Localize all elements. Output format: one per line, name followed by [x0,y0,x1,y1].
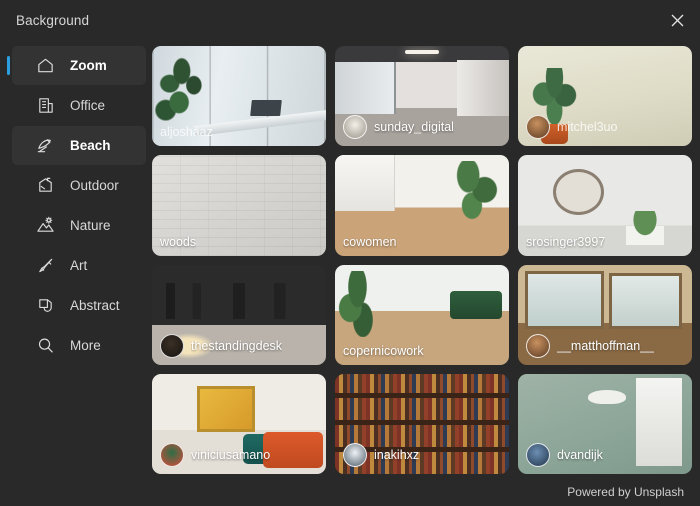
sidebar-item-more[interactable]: More [12,326,146,365]
page-title: Background [16,12,90,28]
mountain-icon [34,215,56,237]
background-tile[interactable]: dvandijk [518,373,692,474]
background-tile[interactable]: thestandingdesk [152,264,326,365]
sidebar-item-label: Office [70,98,106,113]
sidebar-item-outdoor[interactable]: Outdoor [12,166,146,205]
sidebar-item-art[interactable]: Art [12,246,146,285]
background-tile[interactable]: cowomen [335,155,509,256]
background-thumbnail [152,373,326,474]
building-icon [34,95,56,117]
background-thumbnail [335,264,509,365]
sidebar-item-label: Zoom [70,58,107,73]
background-thumbnail [518,373,692,474]
sidebar-item-beach[interactable]: Beach [12,126,146,165]
background-tile[interactable]: inakihxz [335,373,509,474]
sidebar-item-office[interactable]: Office [12,86,146,125]
shapes-icon [34,295,56,317]
search-icon [34,335,56,357]
background-thumbnail [152,46,326,147]
background-picker-dialog: Background Zoom Office Beach Outdoor Nat… [0,0,700,506]
background-tile[interactable]: __matthoffman__ [518,264,692,365]
sidebar-item-nature[interactable]: Nature [12,206,146,245]
background-thumbnail [518,155,692,256]
footer: Powered by Unsplash [0,478,700,506]
background-grid: aljoshaaz sunday_digital mitchel3uo wood… [152,46,692,474]
background-thumbnail [152,264,326,365]
background-thumbnail [335,373,509,474]
close-button[interactable] [654,0,700,40]
background-thumbnail [518,264,692,365]
dialog-body: Zoom Office Beach Outdoor Nature Art Abs… [0,40,700,478]
background-tile[interactable]: mitchel3uo [518,46,692,147]
tent-icon [34,175,56,197]
background-gallery: aljoshaaz sunday_digital mitchel3uo wood… [146,40,700,478]
sidebar-item-label: More [70,338,101,353]
background-thumbnail [335,46,509,147]
unsplash-attribution: Powered by Unsplash [567,485,684,499]
titlebar: Background [0,0,700,40]
background-tile[interactable]: sunday_digital [335,46,509,147]
sidebar-item-zoom[interactable]: Zoom [7,46,146,85]
background-tile[interactable]: srosinger3997 [518,155,692,256]
sidebar-item-label: Outdoor [70,178,119,193]
brush-icon [34,255,56,277]
sidebar-item-abstract[interactable]: Abstract [12,286,146,325]
background-tile[interactable]: aljoshaaz [152,46,326,147]
background-tile[interactable]: viniciusamano [152,373,326,474]
sidebar-item-label: Art [70,258,88,273]
background-tile[interactable]: copernicowork [335,264,509,365]
category-sidebar: Zoom Office Beach Outdoor Nature Art Abs… [0,40,146,478]
umbrella-icon [34,135,56,157]
background-thumbnail [518,46,692,147]
background-thumbnail [335,155,509,256]
home-icon [34,55,56,77]
sidebar-item-label: Beach [70,138,111,153]
background-tile[interactable]: woods [152,155,326,256]
close-icon [671,14,684,27]
background-thumbnail [152,155,326,256]
sidebar-item-label: Nature [70,218,111,233]
sidebar-item-label: Abstract [70,298,120,313]
